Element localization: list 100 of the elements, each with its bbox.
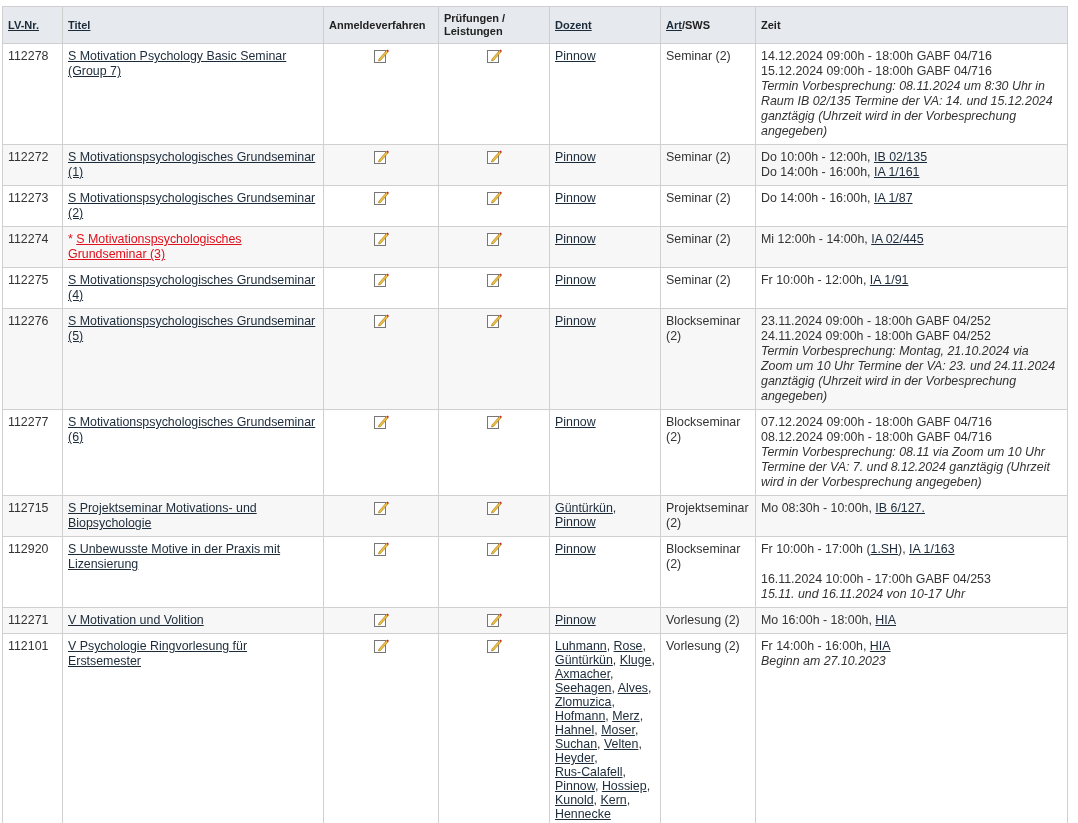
separator: , bbox=[593, 793, 598, 807]
note-pencil-icon[interactable] bbox=[486, 150, 502, 164]
lecturer-link[interactable]: Heyder bbox=[555, 751, 595, 765]
room-link[interactable]: IA 1/87 bbox=[874, 191, 913, 205]
lecturer-link[interactable]: Axmacher bbox=[555, 667, 611, 681]
sort-link[interactable]: Art bbox=[666, 18, 682, 31]
note-pencil-icon[interactable] bbox=[486, 501, 502, 515]
room-link[interactable]: HIA bbox=[875, 613, 896, 627]
time-note: Beginn am 27.10.2023 bbox=[761, 654, 887, 669]
course-type: Blockseminar (2) bbox=[666, 415, 741, 444]
course-number: 112715 bbox=[8, 501, 49, 515]
lecturer-link[interactable]: Seehagen bbox=[555, 681, 612, 695]
sort-link[interactable]: Titel bbox=[68, 18, 91, 31]
time-text: Fr 10:00h - 12:00h, IA 1/91 bbox=[761, 273, 910, 288]
lecturer-link[interactable]: Hossiep bbox=[601, 779, 647, 793]
time-text: 14.12.2024 09:00h - 18:00h GABF 04/716 bbox=[761, 49, 993, 64]
lecturer-link[interactable]: Moser bbox=[601, 723, 635, 737]
lecturer-link[interactable]: Pinnow bbox=[555, 613, 596, 627]
separator: , bbox=[612, 653, 617, 667]
time-text: 15.12.2024 09:00h - 18:00h GABF 04/716 bbox=[761, 64, 993, 79]
note-pencil-icon[interactable] bbox=[373, 232, 389, 246]
header-label: Anmeldeverfahren bbox=[329, 18, 426, 31]
note-pencil-icon[interactable] bbox=[486, 232, 502, 246]
time-text: 08.12.2024 09:00h - 18:00h GABF 04/716 bbox=[761, 430, 993, 445]
lecturer-link[interactable]: Güntürkün bbox=[555, 653, 613, 667]
course-number: 112274 bbox=[8, 232, 49, 246]
note-pencil-icon[interactable] bbox=[373, 273, 389, 287]
separator: , bbox=[642, 639, 646, 653]
note-pencil-icon[interactable] bbox=[486, 314, 502, 328]
lecturer-link[interactable]: Hennecke bbox=[555, 807, 611, 821]
lecturer-link[interactable]: Pinnow bbox=[555, 542, 596, 556]
time-note: Termin Vorbesprechung: 08.11.2024 um 8:30 Uhr in Raum IB 02/135 Termine der VA: 14. und 15.12.2024 ganztägig (Uhrzeit wird in der Vorbesprechung angegeben) bbox=[761, 79, 1054, 139]
lecturer-link[interactable]: Pinnow bbox=[555, 314, 596, 328]
note-pencil-icon[interactable] bbox=[486, 613, 502, 627]
room-link[interactable]: IA 02/445 bbox=[871, 232, 924, 246]
course-number: 112271 bbox=[8, 613, 49, 627]
lecturer-link[interactable]: Pinnow bbox=[555, 191, 596, 205]
room-link[interactable]: IA 1/161 bbox=[874, 165, 920, 179]
note-pencil-icon[interactable] bbox=[373, 191, 389, 205]
lecturer-link[interactable]: Pinnow bbox=[555, 49, 596, 63]
note-pencil-icon[interactable] bbox=[486, 191, 502, 205]
separator: , bbox=[638, 737, 642, 751]
note-pencil-icon[interactable] bbox=[373, 314, 389, 328]
time-note: Termin Vorbesprechung: 08.11 via Zoom um 10 Uhr Termine der VA: 7. und 8.12.2024 ganztägig (Uhrzeit wird in der Vorbesprechung angegeben) bbox=[761, 445, 1052, 490]
note-pencil-icon[interactable] bbox=[373, 542, 389, 556]
sort-link[interactable]: Dozent bbox=[555, 18, 592, 31]
time-text: Do 14:00h - 16:00h, IA 1/161 bbox=[761, 165, 921, 180]
separator: , bbox=[626, 793, 631, 807]
room-link[interactable]: HIA bbox=[869, 639, 891, 653]
separator: , bbox=[611, 695, 615, 709]
separator: , bbox=[597, 737, 601, 751]
lecturer-link[interactable]: Merz bbox=[612, 709, 640, 723]
lecturer-link[interactable]: Pinnow bbox=[555, 415, 596, 429]
note-pencil-icon[interactable] bbox=[486, 415, 502, 429]
lecturer-link[interactable]: Pinnow bbox=[555, 273, 596, 287]
note-pencil-icon[interactable] bbox=[486, 639, 502, 653]
note-pencil-icon[interactable] bbox=[486, 542, 502, 556]
note-pencil-icon[interactable] bbox=[373, 49, 389, 63]
course-number: 112276 bbox=[8, 314, 49, 328]
time-text: 24.11.2024 09:00h - 18:00h GABF 04/252 bbox=[761, 329, 992, 344]
time-text: Mo 08:30h - 10:00h, IB 6/127. bbox=[761, 501, 926, 516]
separator: , bbox=[646, 779, 651, 793]
note-pencil-icon[interactable] bbox=[373, 415, 389, 429]
course-type: Seminar (2) bbox=[666, 150, 731, 164]
lecturer-link[interactable]: Luhmann bbox=[555, 639, 607, 653]
lecturer-link[interactable]: Rose bbox=[613, 639, 643, 653]
separator: , bbox=[606, 639, 611, 653]
lecturer-link[interactable]: Pinnow bbox=[555, 232, 596, 246]
separator: , bbox=[648, 681, 652, 695]
course-type: Blockseminar (2) bbox=[666, 542, 741, 571]
lecturer-link[interactable]: Pinnow bbox=[555, 779, 595, 793]
note-pencil-icon[interactable] bbox=[373, 639, 389, 653]
separator: , bbox=[612, 501, 617, 515]
room-link[interactable]: IA 1/163 bbox=[909, 542, 955, 556]
time-text: 07.12.2024 09:00h - 18:00h GABF 04/716 bbox=[761, 415, 993, 430]
note-pencil-icon[interactable] bbox=[486, 273, 502, 287]
time-text: Do 14:00h - 16:00h, IA 1/87 bbox=[761, 191, 914, 206]
room-link[interactable]: 1.SH bbox=[870, 542, 899, 556]
separator: , bbox=[639, 709, 644, 723]
room-link[interactable]: IB 02/135 bbox=[874, 150, 928, 164]
lecturer-link[interactable]: Kunold bbox=[555, 793, 594, 807]
room-link[interactable]: IA 1/91 bbox=[869, 273, 909, 287]
lecturer-link[interactable]: Kern bbox=[600, 793, 627, 807]
header-label: Zeit bbox=[761, 18, 781, 31]
note-pencil-icon[interactable] bbox=[373, 150, 389, 164]
time-text: Do 10:00h - 12:00h, IB 02/135 bbox=[761, 150, 929, 165]
course-type: Vorlesung (2) bbox=[666, 639, 740, 653]
time-text: 16.11.2024 10:00h - 17:00h GABF 04/253 bbox=[761, 572, 992, 587]
course-title-link[interactable]: V Psychologie Ringvorlesung für Erstsemester bbox=[68, 639, 318, 669]
lecturer-link[interactable]: Güntürkün bbox=[555, 501, 613, 515]
sort-link[interactable]: LV-Nr. bbox=[8, 18, 39, 31]
lecturer-link[interactable]: Pinnow bbox=[555, 150, 596, 164]
note-pencil-icon[interactable] bbox=[373, 613, 389, 627]
time-text: 23.11.2024 09:00h - 18:00h GABF 04/252 bbox=[761, 314, 992, 329]
note-pencil-icon[interactable] bbox=[486, 49, 502, 63]
header-label: Prüfungen / Leistungen bbox=[444, 12, 506, 37]
room-link[interactable]: IB 6/127. bbox=[875, 501, 925, 515]
course-number: 112272 bbox=[8, 150, 49, 164]
note-pencil-icon[interactable] bbox=[373, 501, 389, 515]
lecturer-link[interactable]: Pinnow bbox=[555, 515, 596, 529]
